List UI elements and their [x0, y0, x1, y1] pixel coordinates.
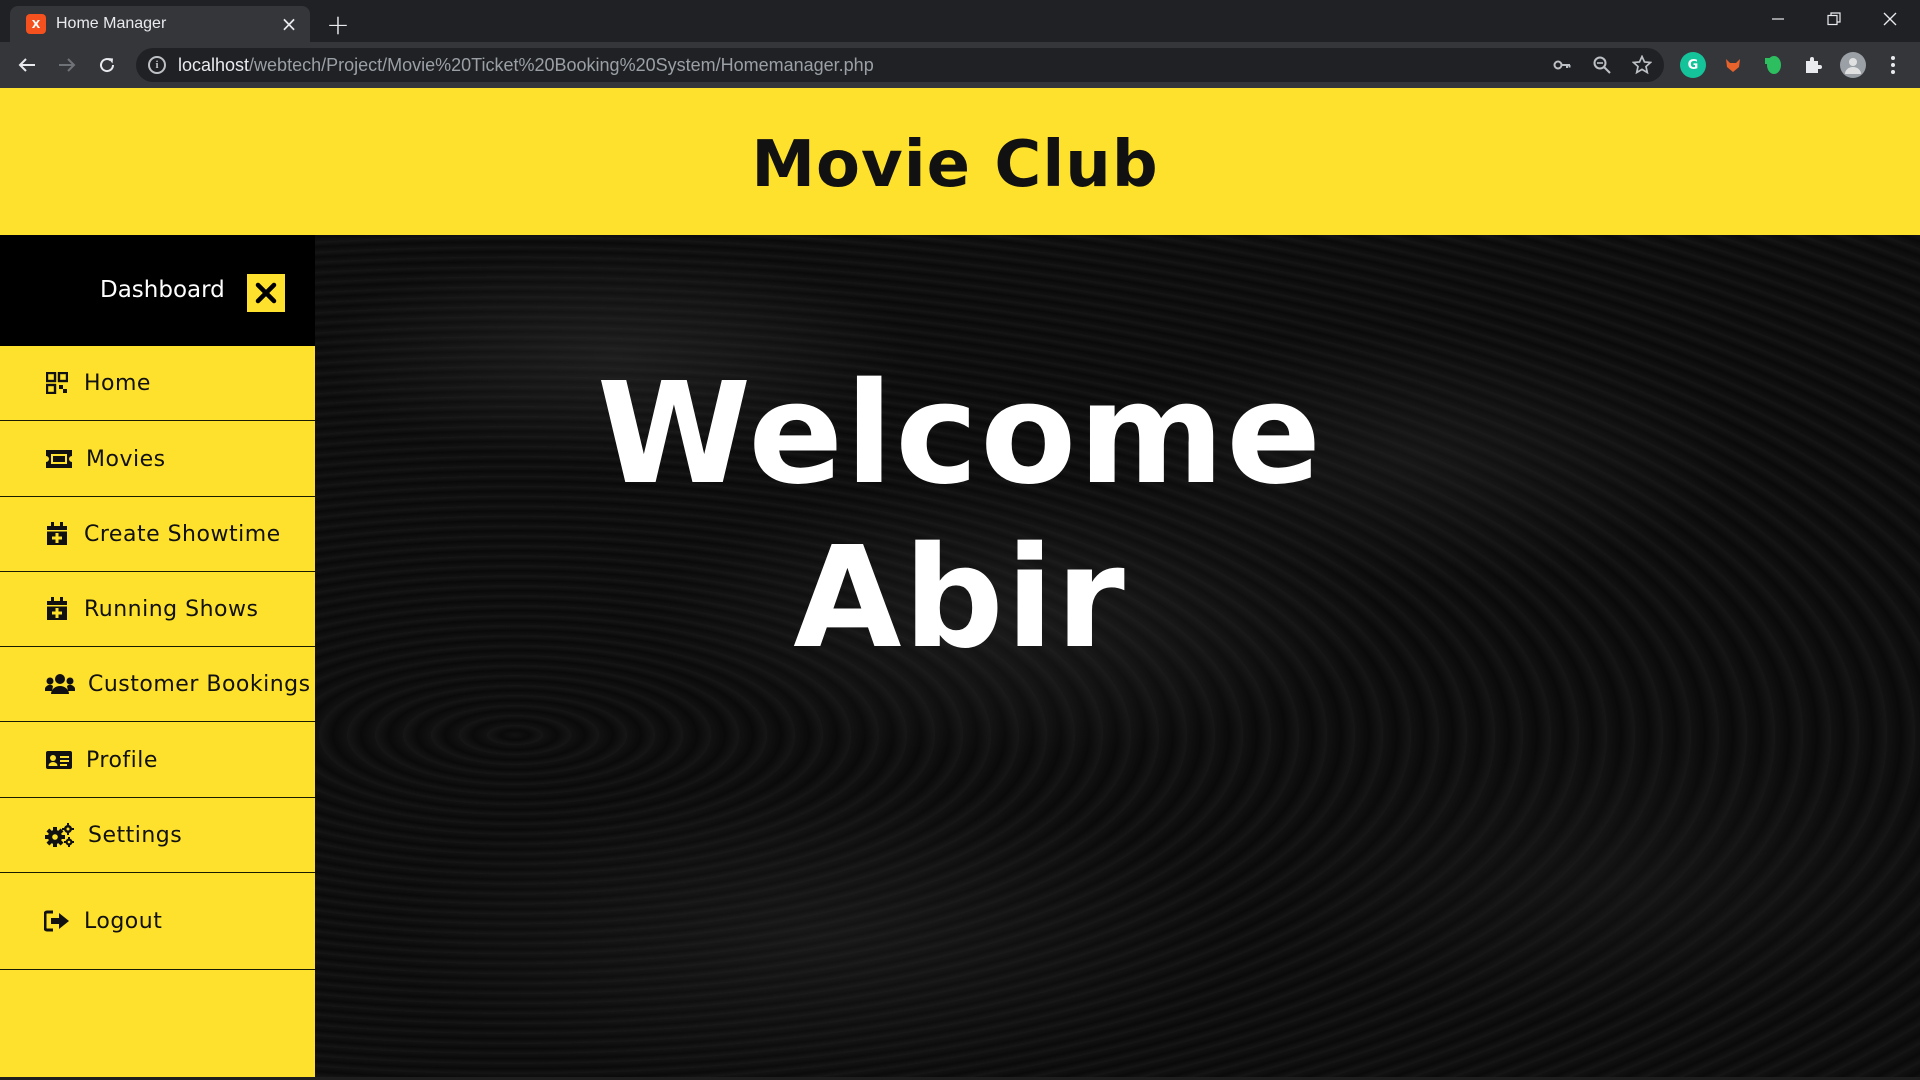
tab-title: Home Manager [56, 15, 167, 32]
sidebar-item-label: Running Shows [84, 596, 259, 622]
browser-tabstrip: X Home Manager × + [0, 0, 1920, 42]
grammarly-extension-icon[interactable]: G [1680, 52, 1706, 78]
grid-icon [42, 370, 72, 396]
bookmark-star-icon[interactable] [1630, 53, 1654, 77]
sidebar-item-home[interactable]: Home [0, 346, 315, 421]
id-card-icon [44, 747, 74, 773]
sidebar-item-movies[interactable]: Movies [0, 422, 315, 497]
back-icon[interactable] [11, 49, 43, 81]
ticket-icon [44, 446, 74, 472]
window-close-icon[interactable] [1862, 0, 1918, 38]
sidebar-close-button[interactable] [247, 274, 285, 312]
page: Movie Club Dashboard Home Movies Create … [0, 88, 1920, 1080]
sidebar-item-settings[interactable]: Settings [0, 798, 315, 873]
new-tab-icon[interactable]: + [322, 8, 354, 41]
profile-avatar[interactable] [1840, 52, 1866, 78]
sidebar-item-label: Movies [86, 446, 166, 472]
sidebar-item-logout[interactable]: Logout [0, 873, 315, 970]
sidebar-item-label: Logout [84, 908, 163, 934]
site-header: Movie Club [0, 88, 1920, 235]
site-info-icon[interactable]: i [148, 56, 166, 74]
sidebar-header: Dashboard [0, 235, 315, 346]
site-title: Movie Club [751, 127, 1159, 202]
calendar-plus-icon [42, 521, 72, 547]
fox-extension-icon[interactable] [1720, 52, 1746, 78]
browser-tab[interactable]: X Home Manager × [10, 6, 310, 42]
close-icon [255, 282, 277, 304]
sidebar-heading: Dashboard [100, 277, 225, 303]
forward-icon[interactable] [51, 49, 83, 81]
main-content: Welcome Abir [315, 235, 1920, 1080]
sidebar-item-create-showtime[interactable]: Create Showtime [0, 497, 315, 572]
sidebar-item-profile[interactable]: Profile [0, 723, 315, 798]
restore-icon[interactable] [1806, 0, 1862, 38]
gears-icon [44, 822, 76, 848]
sidebar-item-label: Customer Bookings [88, 671, 311, 697]
sidebar-item-label: Profile [86, 747, 158, 773]
reload-icon[interactable] [91, 49, 123, 81]
xampp-favicon-icon: X [26, 14, 46, 34]
minimize-icon[interactable] [1750, 0, 1806, 38]
url-text: localhost/webtech/Project/Movie%20Ticket… [178, 54, 874, 75]
sidebar-item-label: Home [84, 370, 151, 396]
extensions-puzzle-icon[interactable] [1800, 52, 1826, 78]
sidebar: Dashboard Home Movies Create Showtime Ru… [0, 235, 315, 1080]
tab-close-icon[interactable]: × [278, 12, 300, 36]
calendar-plus-icon [42, 596, 72, 622]
sidebar-item-label: Create Showtime [84, 521, 281, 547]
sidebar-item-customer-bookings[interactable]: Customer Bookings [0, 647, 315, 722]
address-bar[interactable]: i localhost/webtech/Project/Movie%20Tick… [136, 48, 1664, 82]
browser-toolbar: i localhost/webtech/Project/Movie%20Tick… [0, 42, 1920, 88]
zoom-icon[interactable] [1590, 53, 1614, 77]
users-icon [44, 671, 76, 697]
sidebar-item-label: Settings [88, 822, 183, 848]
browser-menu-icon[interactable] [1880, 52, 1906, 78]
welcome-heading: Welcome [596, 353, 1324, 516]
sign-out-icon [42, 908, 72, 934]
evernote-extension-icon[interactable] [1760, 52, 1786, 78]
key-icon[interactable] [1550, 53, 1574, 77]
welcome-user-name: Abir [793, 517, 1127, 680]
sidebar-item-running-shows[interactable]: Running Shows [0, 572, 315, 647]
